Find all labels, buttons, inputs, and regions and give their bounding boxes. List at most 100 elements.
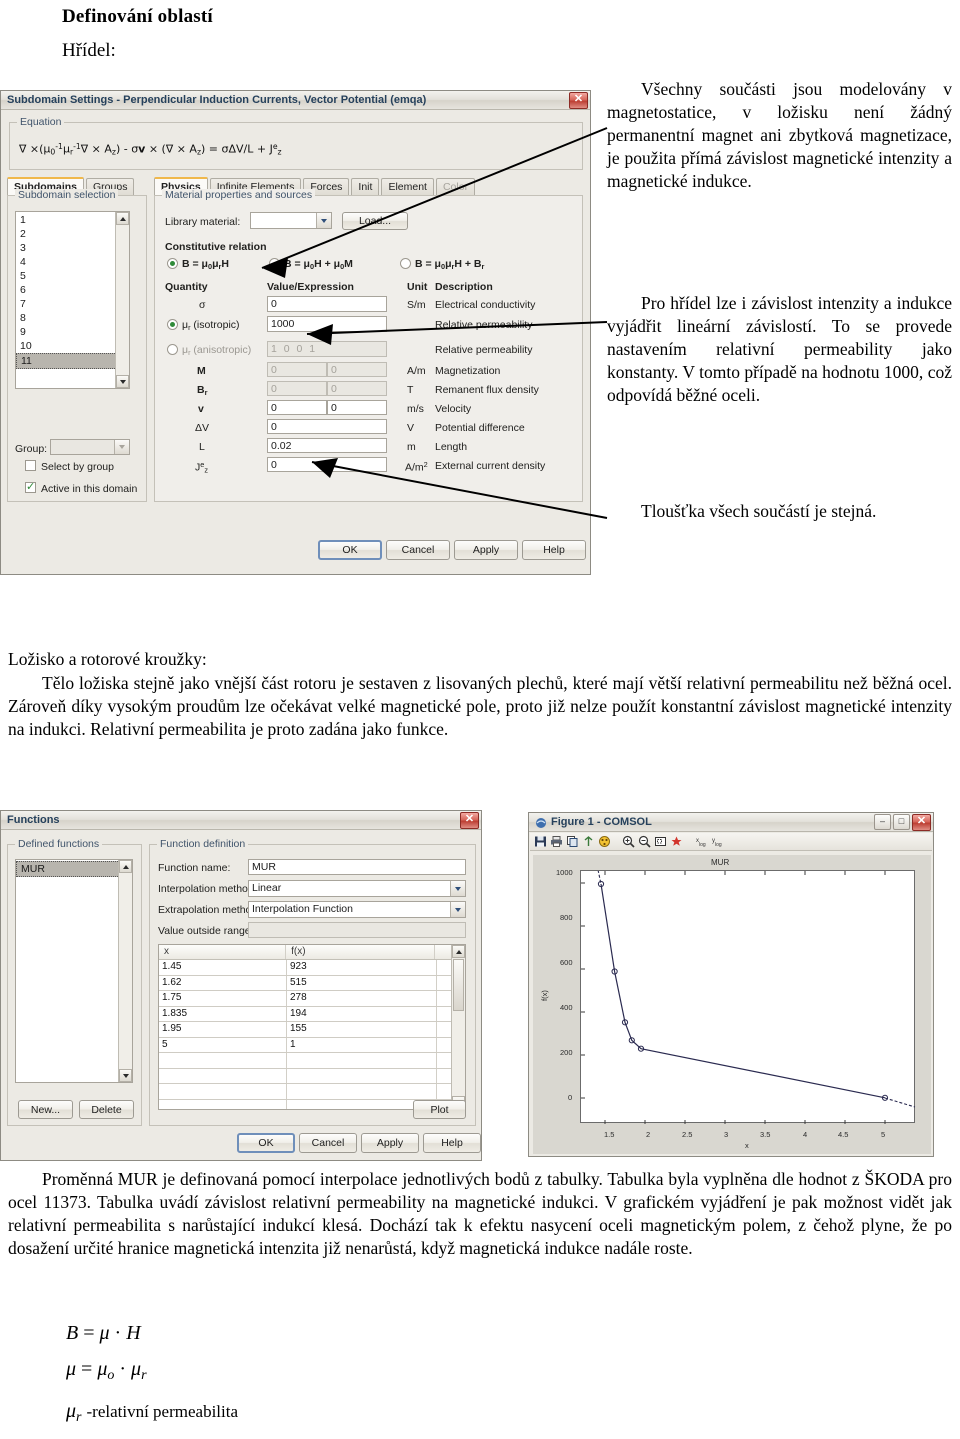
subdomain-cancel-button[interactable]: Cancel	[386, 540, 450, 560]
list-item[interactable]: 3	[16, 241, 129, 255]
zoom-in-icon[interactable]	[622, 835, 635, 848]
copy-icon[interactable]	[566, 835, 579, 848]
list-item-selected[interactable]: MUR	[16, 861, 132, 877]
tab-init[interactable]: Init	[351, 178, 380, 195]
scroll-up-icon[interactable]	[116, 212, 129, 225]
close-icon[interactable]: ✕	[912, 813, 931, 831]
close-icon[interactable]: ✕	[460, 811, 479, 829]
zoom-window-icon[interactable]	[654, 835, 667, 848]
scroll-down-icon[interactable]	[119, 1069, 132, 1082]
chevron-down-icon[interactable]	[450, 881, 465, 896]
cell-fx[interactable]: 515	[287, 975, 437, 990]
sigma-input[interactable]: 0	[267, 296, 387, 312]
cell-x[interactable]: 1.45	[159, 960, 287, 975]
subdomain-list-scrollbar[interactable]	[115, 212, 129, 388]
table-row[interactable]: 1.62 515	[159, 975, 465, 991]
defined-functions-scrollbar[interactable]	[118, 860, 132, 1082]
mur-isotropic-input[interactable]: 1000	[267, 316, 387, 332]
save-icon[interactable]	[534, 835, 547, 848]
cell-fx[interactable]: 155	[287, 1022, 437, 1037]
zoom-out-icon[interactable]	[638, 835, 651, 848]
v-input-1[interactable]: 0	[267, 400, 327, 415]
tab-element[interactable]: Element	[381, 178, 434, 195]
cell-x[interactable]: 1.75	[159, 991, 287, 1006]
cell-x[interactable]: 1.95	[159, 1022, 287, 1037]
list-item[interactable]: 1	[16, 213, 129, 227]
functions-dialog[interactable]: Functions ✕ Defined functions MUR New...…	[0, 810, 482, 1161]
functions-apply-button[interactable]: Apply	[361, 1133, 419, 1153]
select-by-group-checkbox[interactable]	[25, 460, 36, 471]
list-item[interactable]: 6	[16, 283, 129, 297]
figure-titlebar[interactable]: Figure 1 - COMSOL – □ ✕	[529, 813, 933, 832]
chevron-down-icon[interactable]	[450, 902, 465, 917]
cell-x[interactable]	[159, 1053, 287, 1068]
cell-x[interactable]: 1.835	[159, 1006, 287, 1021]
list-item[interactable]: 7	[16, 297, 129, 311]
table-row[interactable]: 1.835 194	[159, 1006, 465, 1022]
mur-anisotropic-radio[interactable]	[167, 344, 178, 355]
cell-x[interactable]	[159, 1068, 287, 1083]
scroll-down-icon[interactable]	[116, 375, 129, 388]
list-item-selected[interactable]: 11	[16, 353, 129, 369]
chevron-down-icon[interactable]	[114, 440, 129, 454]
scroll-up-icon[interactable]	[119, 860, 132, 873]
functions-help-button[interactable]: Help	[423, 1133, 481, 1153]
subdomain-ok-button[interactable]: OK	[318, 540, 382, 560]
grid-scroll-thumb[interactable]	[453, 959, 464, 1011]
print-icon[interactable]	[550, 835, 563, 848]
cell-fx[interactable]: 923	[287, 960, 437, 975]
subdomain-apply-button[interactable]: Apply	[454, 540, 518, 560]
active-in-domain-checkbox[interactable]	[25, 480, 36, 493]
functions-ok-button[interactable]: OK	[237, 1133, 295, 1153]
table-row[interactable]	[159, 1084, 465, 1100]
interpolation-method-combo[interactable]: Linear	[248, 880, 466, 897]
delta-v-input[interactable]: 0	[267, 419, 387, 434]
table-row[interactable]: 1.95 155	[159, 1022, 465, 1038]
functions-dialog-titlebar[interactable]: Functions ✕	[1, 811, 481, 830]
table-row[interactable]	[159, 1053, 465, 1069]
log-y-icon[interactable]: y log	[710, 835, 723, 848]
minimize-icon[interactable]: –	[874, 814, 891, 830]
cell-x[interactable]: 5	[159, 1037, 287, 1052]
cell-fx[interactable]: 1	[287, 1037, 437, 1052]
list-item[interactable]: 2	[16, 227, 129, 241]
load-button[interactable]: Load...	[342, 212, 408, 230]
table-row[interactable]: 1.45 923	[159, 960, 465, 976]
chevron-down-icon[interactable]	[316, 213, 331, 228]
figure-toolbar[interactable]: x log y log	[530, 833, 932, 851]
table-row[interactable]: 5 1	[159, 1037, 465, 1053]
defined-functions-listbox[interactable]: MUR	[15, 859, 133, 1083]
plot-button[interactable]: Plot	[413, 1100, 466, 1119]
list-item[interactable]: 8	[16, 311, 129, 325]
functions-cancel-button[interactable]: Cancel	[299, 1133, 357, 1153]
mur-isotropic-radio[interactable]	[167, 319, 178, 330]
je-z-input[interactable]: 0	[267, 457, 387, 472]
zoom-extents-icon[interactable]	[670, 835, 683, 848]
list-item[interactable]: 5	[16, 269, 129, 283]
new-function-button[interactable]: New...	[18, 1100, 73, 1119]
cell-fx[interactable]: 194	[287, 1006, 437, 1021]
library-material-combo[interactable]	[250, 212, 332, 229]
table-row[interactable]	[159, 1068, 465, 1084]
constitutive-option-1-radio[interactable]	[167, 258, 178, 269]
colormap-icon[interactable]	[598, 835, 611, 848]
function-name-input[interactable]: MUR	[248, 859, 466, 875]
annotation-icon[interactable]	[582, 835, 595, 848]
scroll-up-icon[interactable]	[452, 945, 465, 958]
cell-fx[interactable]	[287, 1068, 437, 1083]
delete-function-button[interactable]: Delete	[79, 1100, 134, 1119]
v-input-2[interactable]: 0	[327, 400, 387, 415]
cell-fx[interactable]	[287, 1084, 437, 1099]
constitutive-option-2-radio[interactable]	[269, 258, 280, 269]
cell-fx[interactable]: 278	[287, 991, 437, 1006]
cell-x[interactable]: 1.62	[159, 975, 287, 990]
comsol-figure-window[interactable]: Figure 1 - COMSOL – □ ✕ x log y log MUR …	[528, 812, 934, 1157]
cell-x[interactable]	[159, 1099, 287, 1109]
close-icon[interactable]: ✕	[569, 91, 588, 109]
maximize-icon[interactable]: □	[893, 814, 910, 830]
subdomain-settings-dialog[interactable]: Subdomain Settings - Perpendicular Induc…	[0, 90, 591, 575]
l-input[interactable]: 0.02	[267, 438, 387, 453]
log-x-icon[interactable]: x log	[694, 835, 707, 848]
list-item[interactable]: 10	[16, 339, 129, 353]
subdomain-help-button[interactable]: Help	[522, 540, 586, 560]
